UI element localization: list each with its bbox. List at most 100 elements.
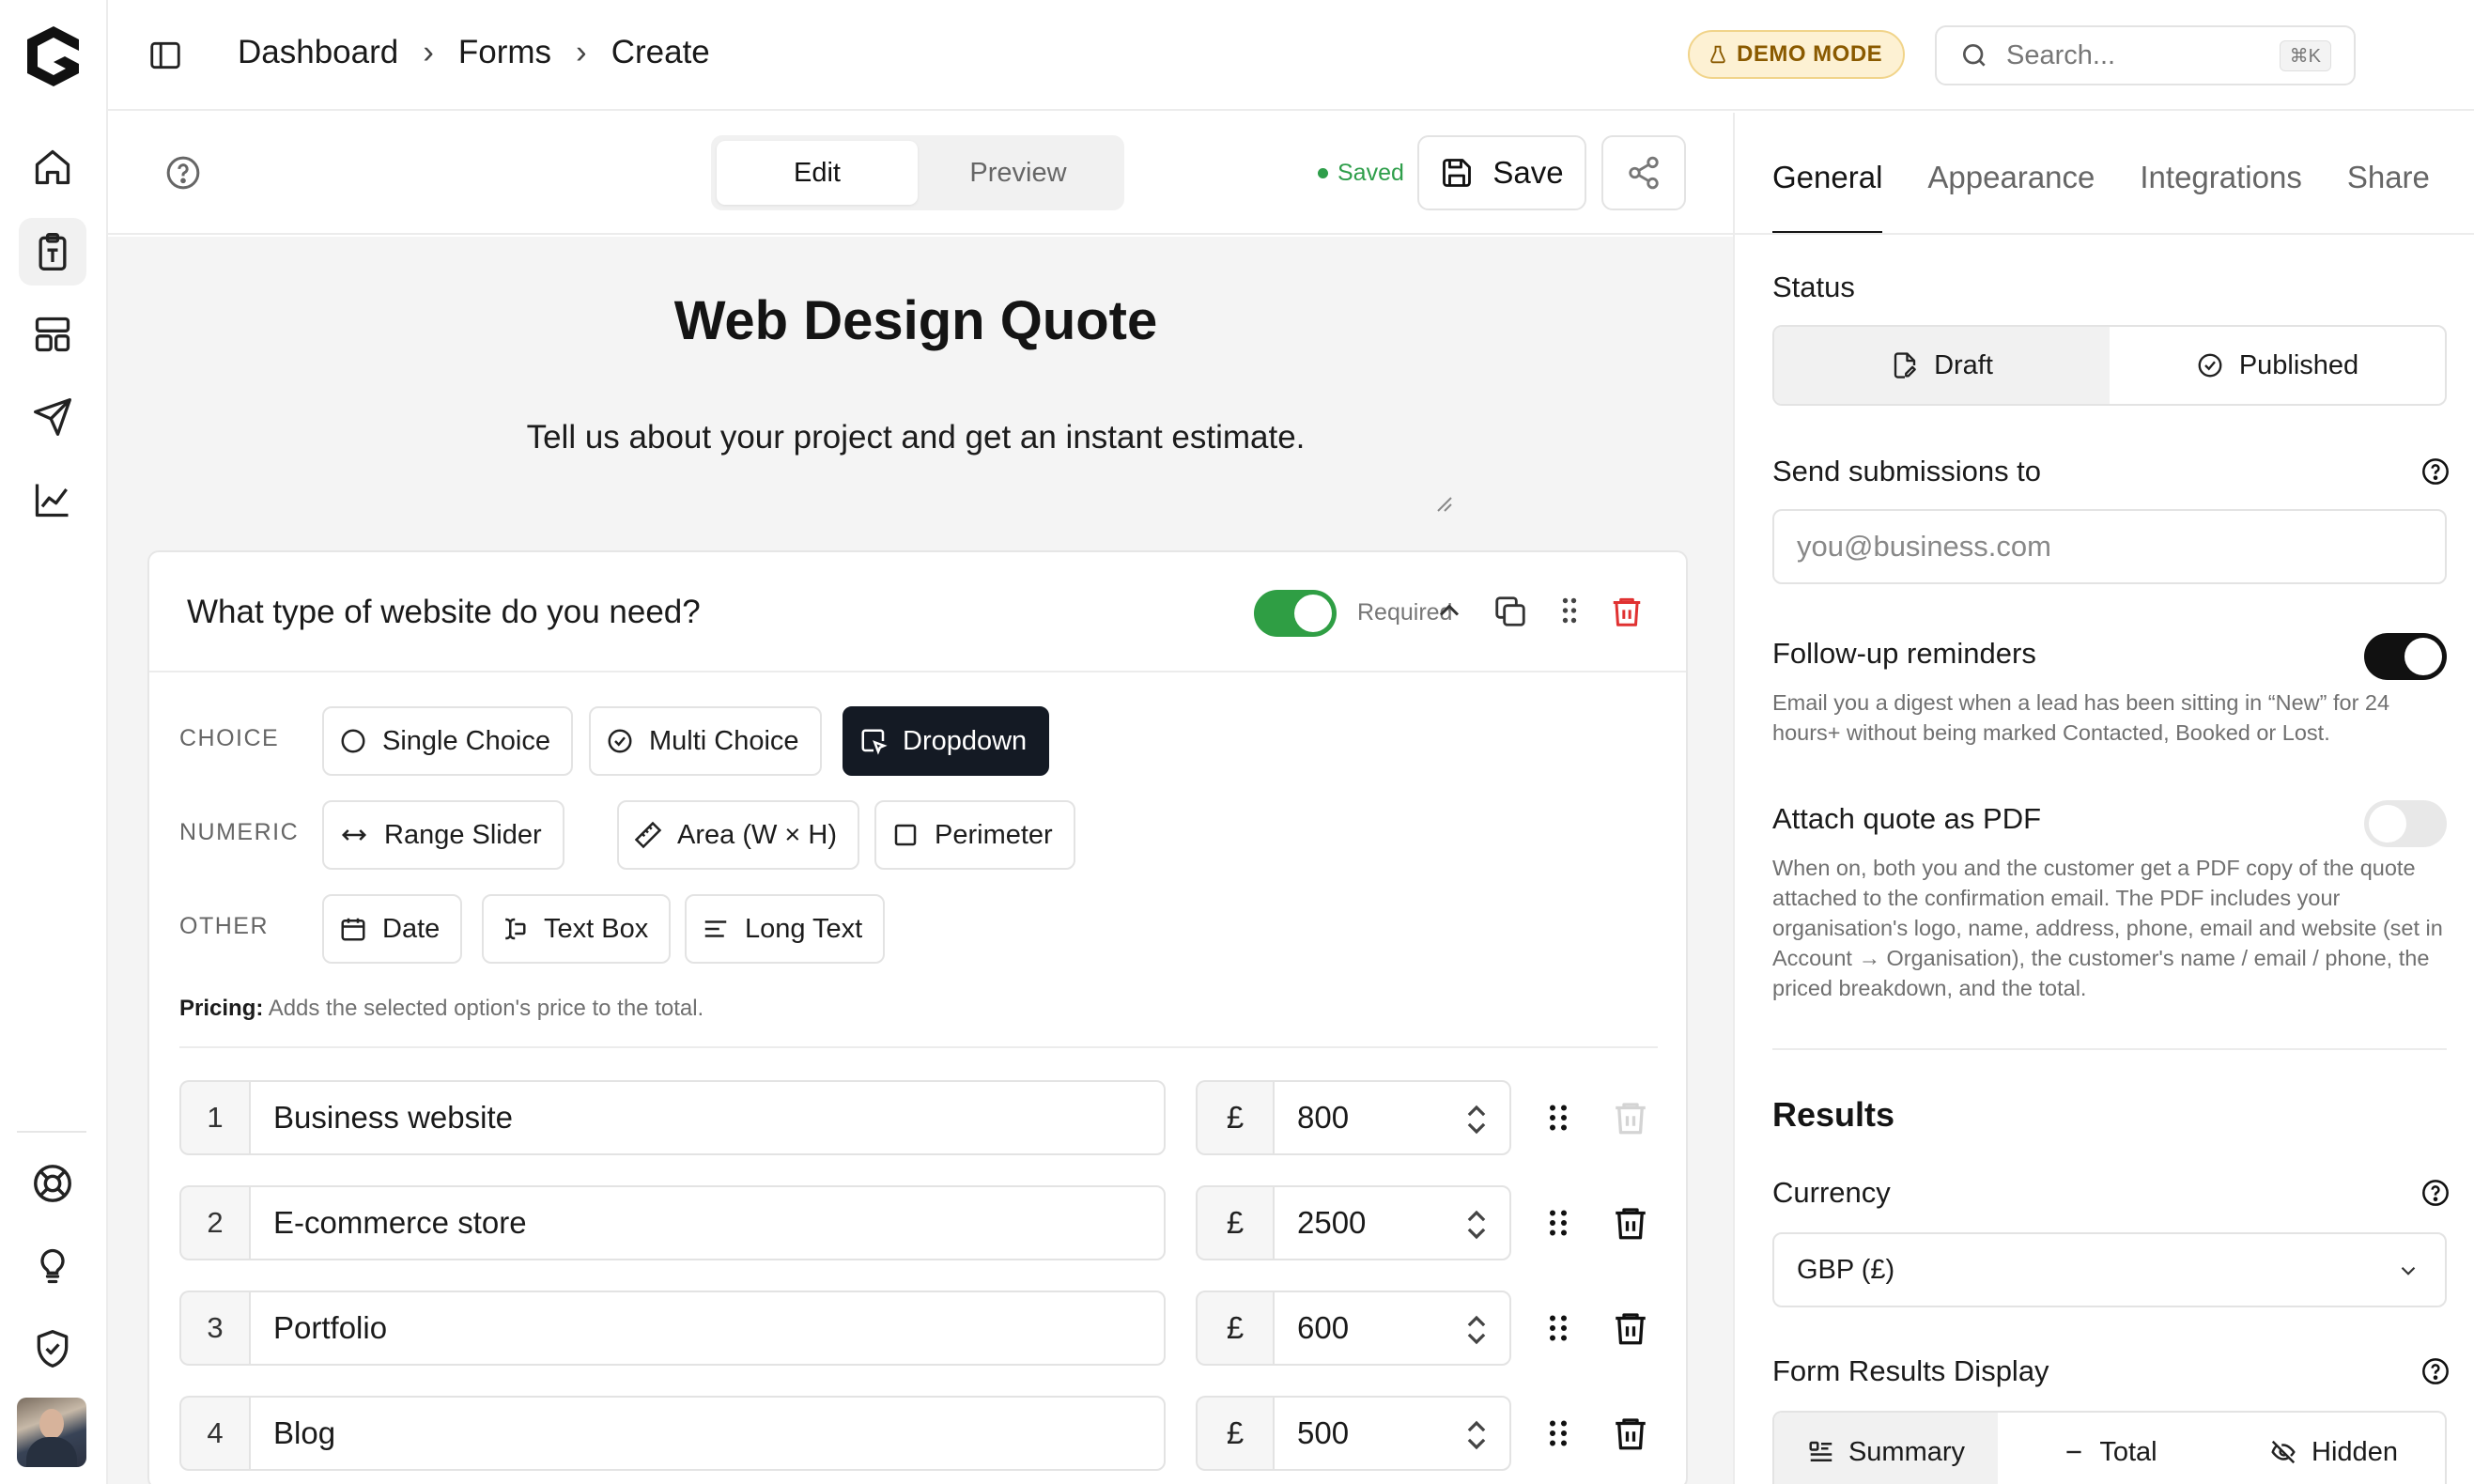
delete-question-trash-icon[interactable] <box>1609 594 1645 629</box>
question-text[interactable]: What type of website do you need? <box>187 594 701 631</box>
status-published-button[interactable]: Published <box>2110 327 2445 404</box>
type-multi-choice[interactable]: Multi Choice <box>589 706 822 776</box>
option-label-input[interactable]: E-commerce store <box>249 1185 1166 1260</box>
form-title[interactable]: Web Design Quote <box>108 289 1724 352</box>
attach-pdf-toggle[interactable] <box>2364 800 2447 847</box>
resize-handle-icon[interactable] <box>1434 494 1453 513</box>
trash-icon[interactable] <box>1611 1307 1650 1349</box>
type-range-slider[interactable]: Range Slider <box>322 800 564 870</box>
help-circle-icon[interactable] <box>2420 456 2451 487</box>
option-price-input[interactable]: 800 <box>1273 1080 1511 1155</box>
breadcrumb-dashboard[interactable]: Dashboard <box>238 34 398 71</box>
stepper-chevrons-icon[interactable] <box>1464 1311 1489 1349</box>
results-display-label: Form Results Display <box>1772 1354 2049 1387</box>
search-input[interactable]: Search... ⌘K <box>1935 25 2356 85</box>
text-cursor-input-icon <box>505 918 526 940</box>
app-logo-icon[interactable] <box>23 23 85 90</box>
editor-toolbar: Edit Preview Saved Save <box>108 113 1733 235</box>
stepper-chevrons-icon[interactable] <box>1464 1206 1489 1244</box>
display-hidden-button[interactable]: Hidden <box>2221 1413 2445 1484</box>
saved-status: Saved <box>1318 160 1404 187</box>
tab-share[interactable]: Share <box>2347 160 2430 234</box>
status-published-label: Published <box>2238 349 2359 380</box>
display-summary-button[interactable]: Summary <box>1774 1413 1998 1484</box>
shield-check-icon[interactable] <box>19 1315 86 1383</box>
tab-preview[interactable]: Preview <box>918 141 1119 205</box>
status-label: Status <box>1772 271 1855 303</box>
trash-icon[interactable] <box>1611 1413 1650 1454</box>
type-area[interactable]: Area (W × H) <box>617 800 859 870</box>
option-price-input[interactable]: 500 <box>1273 1396 1511 1471</box>
type-perimeter[interactable]: Perimeter <box>874 800 1075 870</box>
numeric-group-label: NUMERIC <box>179 819 300 845</box>
option-label-input[interactable]: Blog <box>249 1396 1166 1471</box>
option-price-input[interactable]: 2500 <box>1273 1185 1511 1260</box>
pricing-text: Adds the selected option's price to the … <box>268 996 704 1021</box>
attach-pdf-description: When on, both you and the customer get a… <box>1772 856 2443 1000</box>
currency-select[interactable]: GBP (£) <box>1772 1232 2447 1307</box>
option-number: 3 <box>179 1291 249 1366</box>
sidebar-toggle-icon[interactable] <box>147 38 183 73</box>
type-dropdown[interactable]: Dropdown <box>843 706 1050 776</box>
support-icon[interactable] <box>19 1150 86 1217</box>
divider <box>1772 1048 2447 1050</box>
user-avatar[interactable] <box>17 1398 86 1467</box>
email-field[interactable]: you@business.com <box>1772 509 2447 584</box>
tabs-divider <box>1735 233 2474 235</box>
tab-edit[interactable]: Edit <box>717 141 918 205</box>
save-button[interactable]: Save <box>1417 135 1586 210</box>
display-total-button[interactable]: Total <box>1998 1413 2221 1484</box>
breadcrumb-forms[interactable]: Forms <box>458 34 551 71</box>
type-text-box[interactable]: Text Box <box>482 894 672 964</box>
stepper-chevrons-icon[interactable] <box>1464 1416 1489 1454</box>
search-shortcut: ⌘K <box>2279 39 2331 71</box>
save-button-label: Save <box>1492 155 1564 190</box>
drag-handle-icon[interactable] <box>1541 1309 1575 1347</box>
save-icon <box>1443 159 1472 187</box>
chevron-up-icon[interactable] <box>1432 594 1466 627</box>
type-long-text[interactable]: Long Text <box>685 894 886 964</box>
send-icon[interactable] <box>19 383 86 451</box>
drag-handle-icon[interactable] <box>1541 1414 1575 1452</box>
question-header: What type of website do you need? Requir… <box>149 552 1686 672</box>
home-icon[interactable] <box>19 133 86 201</box>
option-row: 1 Business website £ 800 <box>179 1080 1658 1155</box>
share-button[interactable] <box>1601 135 1686 210</box>
duplicate-icon[interactable] <box>1492 594 1528 629</box>
type-single-choice[interactable]: Single Choice <box>322 706 573 776</box>
pricing-label: Pricing: <box>179 996 264 1021</box>
followup-toggle[interactable] <box>2364 633 2447 680</box>
option-label-input[interactable]: Business website <box>249 1080 1166 1155</box>
drag-handle-icon[interactable] <box>1541 1204 1575 1242</box>
status-toggle: Draft Published <box>1772 325 2447 406</box>
stepper-chevrons-icon[interactable] <box>1464 1101 1489 1138</box>
option-number: 1 <box>179 1080 249 1155</box>
analytics-icon[interactable] <box>19 466 86 533</box>
trash-icon[interactable] <box>1611 1202 1650 1244</box>
calendar-icon <box>341 918 365 941</box>
tab-general[interactable]: General <box>1772 160 1883 234</box>
drag-handle-icon[interactable] <box>1553 594 1586 627</box>
type-label: Date <box>382 913 441 944</box>
help-circle-icon[interactable] <box>164 154 202 192</box>
lightbulb-icon[interactable] <box>19 1232 86 1300</box>
form-description[interactable]: Tell us about your project and get an in… <box>108 419 1724 456</box>
templates-icon[interactable] <box>19 301 86 368</box>
status-draft-button[interactable]: Draft <box>1774 327 2110 404</box>
type-label: Area (W × H) <box>677 819 837 850</box>
type-date[interactable]: Date <box>322 894 463 964</box>
required-toggle[interactable] <box>1254 590 1337 637</box>
settings-panel: General Appearance Integrations Share St… <box>1733 113 2474 1484</box>
option-price-input[interactable]: 600 <box>1273 1291 1511 1366</box>
help-circle-icon[interactable] <box>2420 1178 2451 1208</box>
forms-icon[interactable] <box>19 218 86 286</box>
tab-integrations[interactable]: Integrations <box>2140 160 2301 234</box>
help-circle-icon[interactable] <box>2420 1356 2451 1386</box>
tab-appearance[interactable]: Appearance <box>1927 160 2095 234</box>
drag-handle-icon[interactable] <box>1541 1099 1575 1136</box>
display-hidden-label: Hidden <box>2312 1436 2398 1467</box>
display-summary-label: Summary <box>1848 1436 1966 1467</box>
circle-check-icon <box>608 729 632 753</box>
option-label-input[interactable]: Portfolio <box>249 1291 1166 1366</box>
type-label: Single Choice <box>382 725 550 756</box>
